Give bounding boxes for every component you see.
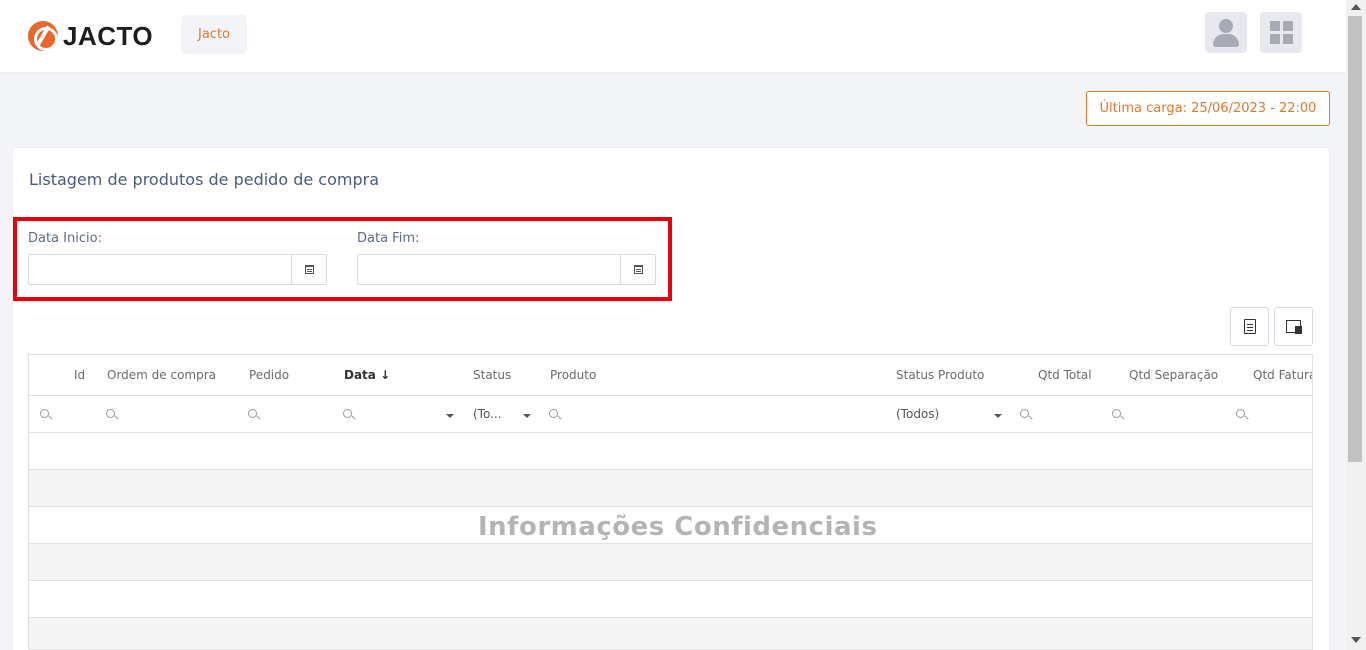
apps-menu-button[interactable] — [1260, 12, 1302, 53]
top-header: JACTO Jacto — [0, 0, 1346, 72]
apps-grid-icon — [1269, 21, 1293, 44]
col-header-ordem-compra[interactable]: Ordem de compra — [107, 368, 216, 382]
user-menu-button[interactable] — [1205, 12, 1247, 53]
col-header-status-produto[interactable]: Status Produto — [896, 368, 984, 382]
table-row[interactable] — [29, 544, 1312, 581]
col-header-qtd-separacao[interactable]: Qtd Separação — [1129, 368, 1218, 382]
col-header-qtd-total[interactable]: Qtd Total — [1038, 368, 1092, 382]
search-icon[interactable] — [248, 409, 257, 418]
search-icon[interactable] — [549, 409, 558, 418]
search-icon[interactable] — [1112, 409, 1121, 418]
user-icon — [1213, 18, 1239, 47]
grid-filter-row: (To... (Todos) — [29, 396, 1312, 433]
products-grid: Id Ordem de compra Pedido Data ↓ Status … — [28, 354, 1313, 650]
table-row[interactable] — [29, 470, 1312, 507]
table-row[interactable] — [29, 433, 1312, 470]
export-excel-icon — [1243, 319, 1256, 334]
search-icon[interactable] — [1236, 409, 1245, 418]
last-load-badge: Última carga: 25/06/2023 - 22:00 — [1086, 91, 1330, 126]
page-title: Listagem de produtos de pedido de compra — [29, 170, 379, 189]
chevron-down-icon[interactable] — [446, 414, 454, 418]
grid-header-row: Id Ordem de compra Pedido Data ↓ Status … — [29, 355, 1312, 396]
status-produto-filter-select[interactable]: (Todos) — [896, 407, 939, 421]
chevron-down-icon[interactable] — [523, 414, 531, 418]
export-button[interactable] — [1230, 307, 1269, 346]
table-row[interactable] — [29, 618, 1312, 649]
column-chooser-button[interactable] — [1274, 307, 1313, 346]
scroll-thumb[interactable] — [1348, 16, 1362, 462]
search-icon[interactable] — [1020, 409, 1029, 418]
org-selector-button[interactable]: Jacto — [181, 15, 247, 54]
search-icon[interactable] — [343, 409, 352, 418]
table-row[interactable] — [29, 581, 1312, 618]
confidential-watermark: Informações Confidenciais — [478, 512, 878, 542]
search-icon[interactable] — [40, 409, 49, 418]
scroll-up-icon[interactable] — [1351, 4, 1361, 10]
status-filter-select[interactable]: (To... — [473, 407, 502, 421]
col-header-qtd-fatura[interactable]: Qtd Fatura — [1253, 368, 1312, 382]
col-header-status[interactable]: Status — [473, 368, 511, 382]
column-chooser-icon — [1286, 320, 1302, 334]
scroll-down-icon[interactable] — [1351, 637, 1361, 643]
date-filter-highlight — [13, 217, 672, 301]
logo-text: JACTO — [63, 20, 154, 51]
col-header-id[interactable]: Id — [74, 368, 85, 382]
page-scrollbar[interactable] — [1346, 0, 1366, 650]
col-header-data[interactable]: Data ↓ — [344, 368, 390, 382]
chevron-down-icon[interactable] — [994, 414, 1002, 418]
col-header-pedido[interactable]: Pedido — [249, 368, 289, 382]
col-header-produto[interactable]: Produto — [550, 368, 596, 382]
jacto-logo-icon — [28, 21, 58, 51]
jacto-logo[interactable]: JACTO — [28, 21, 153, 51]
search-icon[interactable] — [106, 409, 115, 418]
